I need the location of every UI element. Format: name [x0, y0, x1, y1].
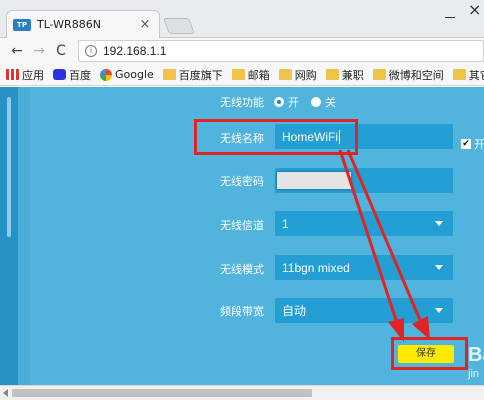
mode-select[interactable]: 11bgn mixed — [275, 255, 453, 280]
window-minimize-icon[interactable] — [445, 8, 455, 18]
folder-icon — [372, 69, 386, 80]
watermark-subtext: jin — [468, 368, 480, 380]
vertical-scrollbar[interactable] — [7, 97, 11, 237]
bookmark-folder-baidu-family[interactable]: 百度旗下 — [162, 67, 223, 83]
bookmark-label: 邮箱 — [247, 68, 270, 82]
folder-icon — [452, 69, 466, 80]
bookmark-label: 微博和空间 — [388, 68, 444, 82]
password-mask — [277, 172, 351, 189]
bookmark-label: 应用 — [22, 68, 44, 82]
bookmark-folder-weibo[interactable]: 微博和空间 — [372, 67, 444, 83]
watermark-logo: Ba — [468, 344, 484, 366]
bandwidth-value: 自动 — [282, 304, 307, 318]
chevron-down-icon — [435, 308, 443, 313]
scroll-thumb[interactable] — [12, 389, 312, 397]
bookmark-folder-other[interactable]: 其它 — [452, 67, 484, 83]
wireless-on-label: 开 — [288, 96, 299, 109]
scroll-left-icon[interactable] — [3, 389, 8, 397]
wireless-off-label: 关 — [325, 96, 336, 109]
forward-icon[interactable]: → — [28, 43, 50, 59]
wireless-function-radios: 开 关 — [274, 94, 348, 110]
folder-icon — [231, 69, 245, 80]
save-highlight-box — [391, 337, 468, 370]
bookmarks-bar: 应用 百度 Google 百度旗下 邮箱 网购 兼职 微博和空间 其它 — [0, 64, 484, 86]
ssid-broadcast-toggle[interactable]: ✔ 开 — [461, 136, 484, 152]
tp-link-favicon-icon: TP — [13, 18, 31, 31]
back-icon[interactable]: ← — [6, 43, 28, 59]
bookmark-label: 兼职 — [341, 68, 364, 82]
wireless-function-label: 无线功能 — [220, 96, 264, 109]
bookmark-google[interactable]: Google — [100, 68, 154, 81]
tab-close-icon[interactable]: × — [137, 17, 153, 32]
bookmark-label: 百度 — [69, 68, 91, 82]
bookmark-folder-mail[interactable]: 邮箱 — [231, 67, 270, 83]
browser-tab[interactable]: TP TL-WR886N × — [6, 10, 160, 38]
bandwidth-select[interactable]: 自动 — [275, 298, 453, 323]
apps-icon — [6, 69, 19, 80]
url-text: 192.168.1.1 — [103, 44, 167, 58]
google-icon — [100, 68, 112, 81]
tab-title: TL-WR886N — [37, 18, 101, 31]
reload-icon[interactable]: C — [50, 43, 72, 59]
bookmark-label: Google — [115, 68, 154, 81]
url-input[interactable]: i 192.168.1.1 — [78, 40, 484, 62]
bookmark-label: 网购 — [294, 68, 317, 82]
channel-select[interactable]: 1 — [275, 211, 453, 236]
chevron-down-icon — [435, 221, 443, 226]
baidu-icon — [53, 69, 66, 80]
address-bar-row: ← → C i 192.168.1.1 — [0, 38, 484, 64]
folder-icon — [162, 69, 176, 80]
chevron-down-icon — [435, 265, 443, 270]
folder-icon — [325, 69, 339, 80]
bookmark-label: 百度旗下 — [178, 68, 223, 82]
folder-icon — [278, 69, 292, 80]
ssid-highlight-box — [194, 119, 358, 155]
browser-tabstrip: TP TL-WR886N × × — [0, 0, 484, 38]
password-input[interactable] — [275, 168, 453, 193]
page-left-sidebar — [0, 87, 18, 385]
window-close-icon[interactable]: × — [468, 0, 481, 19]
mode-value: 11bgn mixed — [282, 260, 350, 275]
channel-value: 1 — [282, 216, 289, 231]
bookmark-apps[interactable]: 应用 — [6, 67, 44, 83]
bookmark-label: 其它 — [468, 68, 484, 82]
checkbox-checked-icon[interactable]: ✔ — [461, 139, 471, 149]
new-tab-button[interactable] — [163, 18, 195, 34]
channel-label: 无线信道 — [220, 219, 264, 232]
bandwidth-label: 频段带宽 — [220, 305, 264, 318]
bookmark-folder-parttime[interactable]: 兼职 — [325, 67, 364, 83]
checkbox-label: 开 — [474, 138, 484, 151]
password-label: 无线密码 — [220, 175, 264, 188]
site-info-icon[interactable]: i — [85, 45, 97, 57]
horizontal-scrollbar[interactable] — [0, 385, 484, 400]
wireless-off-radio[interactable] — [311, 97, 321, 107]
mode-label: 无线模式 — [220, 263, 264, 276]
bookmark-baidu[interactable]: 百度 — [53, 67, 91, 83]
wireless-on-radio[interactable] — [274, 97, 284, 107]
bookmark-folder-shopping[interactable]: 网购 — [278, 67, 317, 83]
